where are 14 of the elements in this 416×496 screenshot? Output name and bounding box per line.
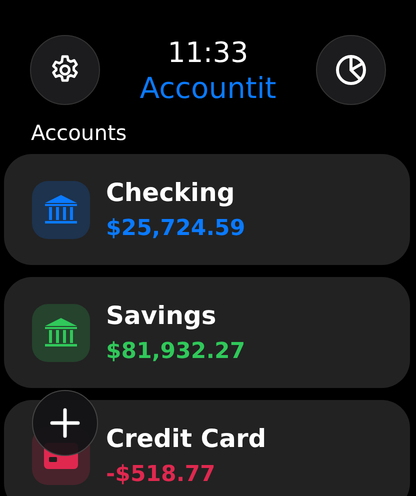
plus-icon: [50, 408, 80, 438]
account-card[interactable]: Credit Card -$518.77: [4, 400, 410, 496]
section-title: Accounts: [30, 120, 128, 146]
clock-time: 11:33: [168, 36, 248, 70]
account-name: Credit Card: [106, 422, 266, 454]
app-title: Accountit: [140, 70, 276, 106]
pie-chart-icon: [333, 52, 369, 88]
account-balance: $81,932.27: [106, 338, 246, 366]
account-name: Savings: [106, 300, 218, 332]
account-balance: -$518.77: [106, 460, 216, 488]
account-card[interactable]: Checking $25,724.59: [4, 154, 410, 265]
account-balance: $25,724.59: [106, 214, 246, 242]
account-card[interactable]: Savings $81,932.27: [4, 277, 410, 388]
account-name: Checking: [106, 176, 236, 208]
